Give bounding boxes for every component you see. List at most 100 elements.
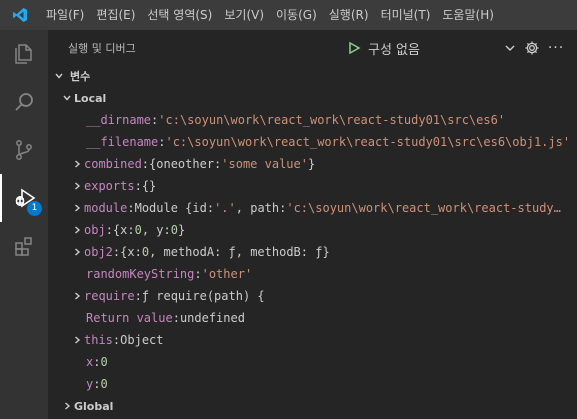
variable-name: y <box>86 377 94 391</box>
variable-separator: : <box>112 245 121 259</box>
title-bar: 파일(F) 편집(E) 선택 영역(S) 보기(V) 이동(G) 실행(R) 터… <box>0 0 577 30</box>
variable-name: randomKeyString <box>86 267 195 281</box>
extensions-icon[interactable] <box>0 222 48 270</box>
chevron-down-icon <box>60 87 74 109</box>
variable-value: 'c:\soyun\work\react_work\react-study01\… <box>165 135 571 149</box>
variable-name: __dirname <box>86 113 152 127</box>
start-debugging-button[interactable] <box>344 37 364 59</box>
menu-edit[interactable]: 편집(E) <box>90 0 141 30</box>
chevron-right-icon <box>70 329 84 351</box>
run-and-debug-icon[interactable]: 1 <box>0 174 48 222</box>
variable-value: undefined <box>179 311 245 325</box>
variable-value: Module {id: <box>134 201 215 215</box>
variable-value: {oneother: <box>149 157 222 171</box>
variable-obj2[interactable]: obj2: {x: 0, methodA: ƒ, methodB: ƒ} <box>48 241 577 263</box>
explorer-icon[interactable] <box>0 30 48 78</box>
variable-separator: : <box>105 223 113 237</box>
scope-global[interactable]: Global <box>48 395 577 417</box>
variable-name: require <box>84 289 135 303</box>
variable-randomkeystring[interactable]: randomKeyString: 'other' <box>48 263 577 285</box>
variable-value: 0 <box>100 355 108 369</box>
variable-name: exports <box>84 179 135 193</box>
menu-selection[interactable]: 선택 영역(S) <box>141 0 218 30</box>
variable-separator: : <box>141 157 150 171</box>
variables-section-header[interactable]: 변수 <box>48 65 577 87</box>
chevron-down-icon <box>505 45 515 51</box>
menu-help[interactable]: 도움말(H) <box>436 0 500 30</box>
chevron-right-icon <box>70 197 84 219</box>
variable-y[interactable]: y: 0 <box>48 373 577 395</box>
menu-terminal[interactable]: 터미널(T) <box>375 0 437 30</box>
variable-value: 0 <box>100 377 108 391</box>
sidebar-title: 실행 및 디버그 <box>68 41 136 55</box>
variable-separator: : <box>127 201 135 215</box>
variable-separator: : <box>151 113 159 127</box>
variable-separator: : <box>172 311 180 325</box>
variable-separator: : <box>93 355 101 369</box>
variable-dirname[interactable]: __dirname: 'c:\soyun\work\react_work\rea… <box>48 109 577 131</box>
debug-config-select[interactable]: 구성 없음 <box>368 37 516 59</box>
variable-value: 'other' <box>201 267 253 281</box>
variable-value-string: '.' <box>214 201 236 215</box>
activity-bar: 1 <box>0 30 48 419</box>
variable-separator: : <box>134 179 142 193</box>
variable-value-number: 0 <box>134 223 142 237</box>
debug-config-label: 구성 없음 <box>368 42 420 58</box>
scope-global-label: Global <box>74 399 114 413</box>
variables-section-title: 변수 <box>70 70 91 83</box>
variable-value: ƒ require(path) { <box>141 289 265 303</box>
menu-run[interactable]: 실행(R) <box>323 0 375 30</box>
variable-separator: : <box>112 333 121 347</box>
variable-value-number: 0 <box>170 223 178 237</box>
scope-local[interactable]: Local <box>48 87 577 109</box>
more-actions-button[interactable]: ··· <box>546 38 566 58</box>
variable-separator: : <box>158 135 166 149</box>
scope-local-label: Local <box>74 91 107 105</box>
variable-value: , y: <box>141 223 171 237</box>
variable-this[interactable]: this: Object <box>48 329 577 351</box>
variable-name: __filename <box>86 135 159 149</box>
chevron-right-icon <box>60 395 74 417</box>
variable-separator: : <box>93 377 101 391</box>
variable-value: } <box>177 223 186 237</box>
variable-value: {} <box>141 179 157 193</box>
variable-require[interactable]: require: ƒ require(path) { <box>48 285 577 307</box>
gear-icon[interactable] <box>522 38 542 58</box>
source-control-icon[interactable] <box>0 126 48 174</box>
variable-x[interactable]: x: 0 <box>48 351 577 373</box>
debug-config-bar: 구성 없음 <box>344 37 520 59</box>
chevron-right-icon <box>70 219 84 241</box>
search-icon[interactable] <box>0 78 48 126</box>
variable-filename[interactable]: __filename: 'c:\soyun\work\react_work\re… <box>48 131 577 153</box>
chevron-right-icon <box>70 153 84 175</box>
menu-go[interactable]: 이동(G) <box>270 0 323 30</box>
variable-value: {x: <box>120 245 142 259</box>
variable-value-string: 'some value' <box>221 157 308 171</box>
variable-name: obj2 <box>84 245 113 259</box>
variable-value-string: 'c:\soyun\work\react_work\react-study… <box>286 201 561 215</box>
vscode-logo-icon[interactable] <box>0 0 40 30</box>
variable-name: this <box>84 333 113 347</box>
menu-file[interactable]: 파일(F) <box>40 0 90 30</box>
variable-separator: : <box>134 289 142 303</box>
run-and-debug-sidebar: 실행 및 디버그 구성 없음 ··· 변수 Local __dirname: … <box>48 30 577 419</box>
variable-module[interactable]: module: Module {id: '.', path: 'c:\soyun… <box>48 197 577 219</box>
variable-value: {x: <box>112 223 135 237</box>
menu-bar: 파일(F) 편집(E) 선택 영역(S) 보기(V) 이동(G) 실행(R) 터… <box>40 0 500 30</box>
variable-return-value[interactable]: Return value: undefined <box>48 307 577 329</box>
variable-value: , methodA: ƒ, methodB: ƒ} <box>149 245 330 259</box>
variable-combined[interactable]: combined: {oneother: 'some value'} <box>48 153 577 175</box>
variable-name: combined <box>84 157 142 171</box>
variable-obj[interactable]: obj: {x: 0, y: 0} <box>48 219 577 241</box>
variable-name: x <box>86 355 94 369</box>
variable-value: } <box>307 157 316 171</box>
variable-value: 'c:\soyun\work\react_work\react-study01\… <box>158 113 506 127</box>
debug-badge: 1 <box>27 201 42 216</box>
variable-separator: : <box>194 267 202 281</box>
menu-view[interactable]: 보기(V) <box>218 0 270 30</box>
variable-value-number: 0 <box>141 245 150 259</box>
variable-value: Object <box>120 333 164 347</box>
chevron-right-icon <box>70 241 84 263</box>
chevron-down-icon <box>52 65 66 87</box>
variable-exports[interactable]: exports: {} <box>48 175 577 197</box>
